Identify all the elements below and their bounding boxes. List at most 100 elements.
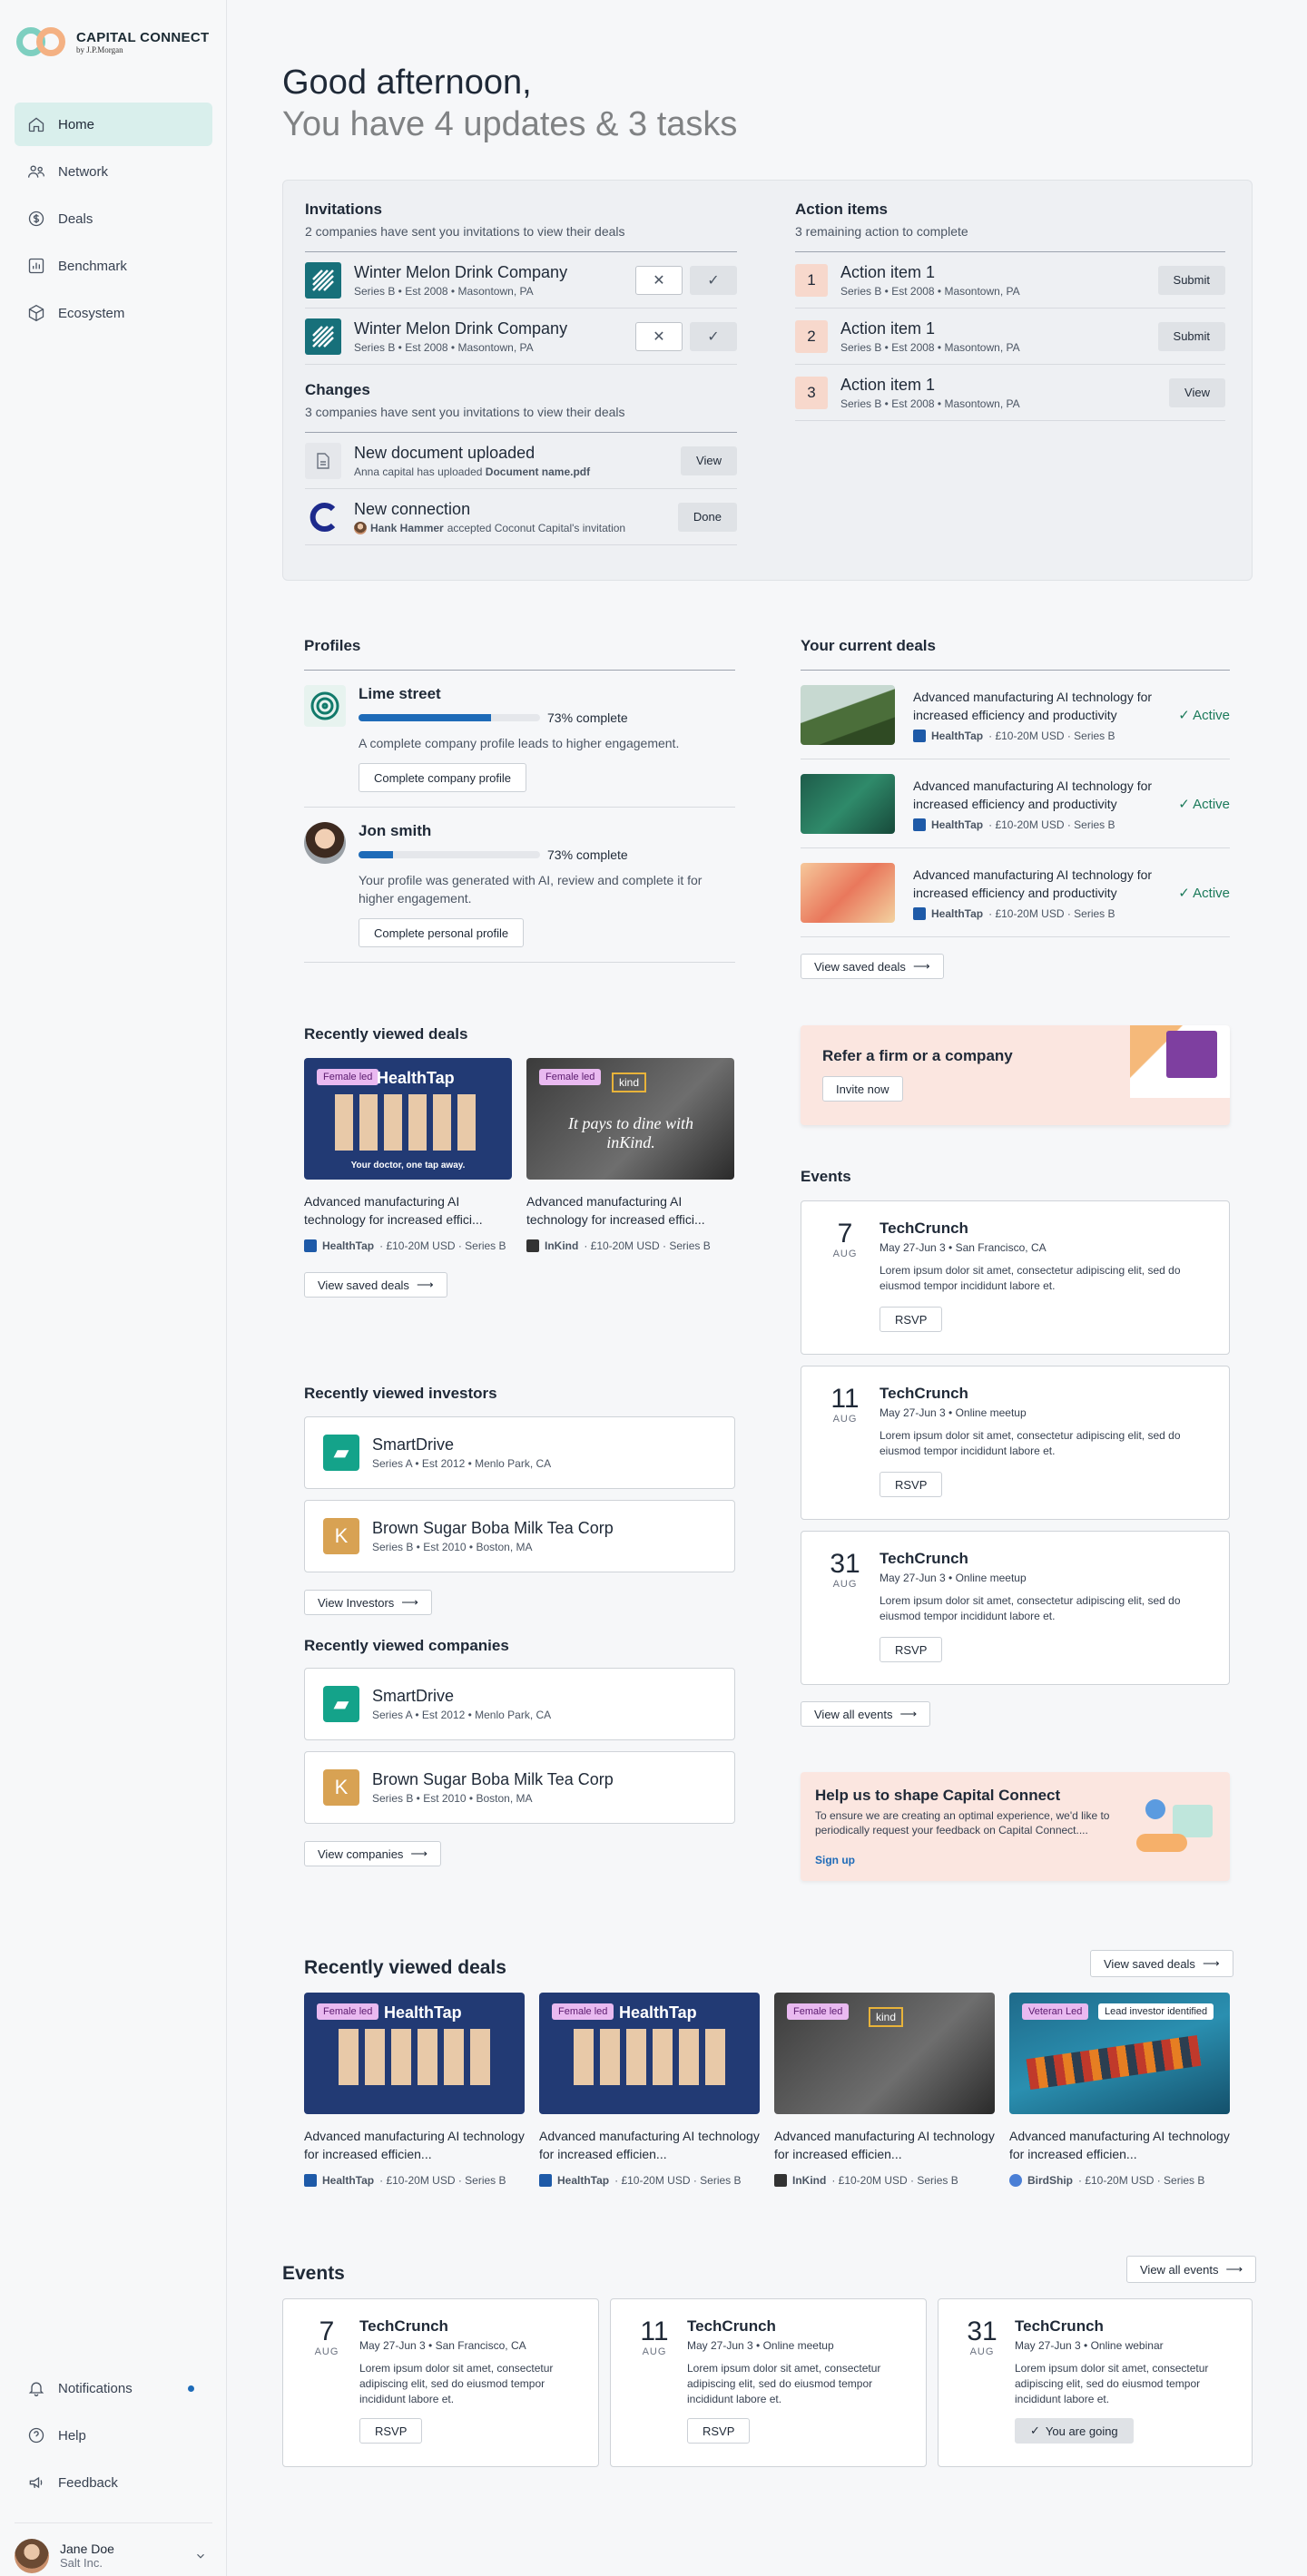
action-row: 3 Action item 1 Series B • Est 2008 • Mas… — [795, 365, 1225, 421]
complete-company-profile-button[interactable]: Complete company profile — [359, 763, 527, 792]
deal-row[interactable]: Advanced manufacturing AI technology for… — [801, 759, 1230, 848]
smartdrive-logo-icon: ▰ — [323, 1435, 359, 1471]
event-meta: May 27-Jun 3 • Online meetup — [880, 1572, 1027, 1584]
female-led-badge: Female led — [317, 2003, 379, 2020]
deal-description: Advanced manufacturing AI technology for… — [1009, 2129, 1230, 2161]
decline-button[interactable]: ✕ — [635, 321, 683, 351]
deal-meta: · £10-20M USD · Series B — [379, 1239, 506, 1252]
deal-description: Advanced manufacturing AI technology for… — [304, 1194, 483, 1227]
nav-item-network[interactable]: Network — [15, 150, 212, 193]
event-day: 7 — [319, 2316, 335, 2346]
event-month: AUG — [832, 1579, 858, 1590]
rsvp-button[interactable]: RSVP — [880, 1307, 943, 1332]
view-saved-deals-button[interactable]: View saved deals ⟶ — [1090, 1950, 1233, 1977]
profile-progress — [359, 714, 540, 721]
nav-item-deals[interactable]: Deals — [15, 197, 212, 240]
logo-icon — [16, 25, 69, 58]
chart-icon — [28, 258, 44, 274]
deal-image — [801, 862, 895, 923]
submit-button[interactable]: Submit — [1157, 265, 1225, 295]
sign-up-link[interactable]: Sign up — [815, 1854, 855, 1866]
deal-meta: · £10-20M USD · Series B — [831, 2174, 958, 2187]
view-button[interactable]: View — [1169, 377, 1225, 407]
view-all-events-button[interactable]: View all events ⟶ — [801, 1701, 931, 1727]
nav-item-notifications[interactable]: Notifications — [15, 2366, 212, 2410]
nav-item-ecosystem[interactable]: Ecosystem — [15, 291, 212, 335]
submit-button[interactable]: Submit — [1157, 321, 1225, 351]
deal-row[interactable]: Advanced manufacturing AI technology for… — [801, 671, 1230, 759]
healthtap-wordmark: HealthTap — [384, 2003, 462, 2022]
event-day: 11 — [640, 2316, 669, 2346]
healthtap-logo-icon — [539, 2174, 552, 2187]
accept-button[interactable]: ✓ — [690, 265, 737, 295]
event-card[interactable]: 31 AUG TechCrunch May 27-Jun 3 • Online m… — [801, 1531, 1230, 1685]
action-meta: Series B • Est 2008 • Masontown, PA — [840, 340, 1020, 354]
company-card[interactable]: ▰ SmartDrive Series A • Est 2012 • Menlo … — [304, 1668, 735, 1740]
nav-item-benchmark[interactable]: Benchmark — [15, 244, 212, 288]
done-button[interactable]: Done — [677, 502, 737, 532]
view-saved-deals-button[interactable]: View saved deals ⟶ — [304, 1272, 447, 1298]
rsvp-button[interactable]: RSVP — [880, 1472, 943, 1497]
event-card[interactable]: 11 AUG TechCrunch May 27-Jun 3 • Online m… — [610, 2298, 927, 2467]
inkind-wordmark: kind — [869, 2007, 904, 2027]
deal-card[interactable]: Female led HealthTap Your doctor, one ta… — [304, 1058, 512, 1252]
you-are-going-button[interactable]: ✓ You are going — [1015, 2418, 1134, 2444]
view-investors-button[interactable]: View Investors ⟶ — [304, 1590, 432, 1615]
cargo-ship-illustration — [1026, 2034, 1202, 2091]
doctors-collage — [574, 2029, 728, 2085]
invitations-section: Invitations 2 companies have sent you in… — [305, 201, 737, 545]
avatar — [15, 2538, 49, 2573]
action-number: 1 — [795, 263, 828, 297]
rsvp-button[interactable]: RSVP — [880, 1637, 943, 1662]
event-card[interactable]: 31 AUG TechCrunch May 27-Jun 3 • Online w… — [938, 2298, 1253, 2467]
company-card[interactable]: K Brown Sugar Boba Milk Tea Corp Series B… — [304, 1751, 735, 1824]
section-subtitle: 3 remaining action to complete — [795, 224, 968, 239]
profile-description: Your profile was generated with AI, revi… — [359, 873, 703, 906]
lead-investor-badge: Lead investor identified — [1098, 2003, 1214, 2020]
event-month: AUG — [969, 2346, 995, 2357]
change-row: New connection Hank Hammer accepted Coco… — [305, 489, 737, 545]
close-icon: ✕ — [653, 272, 665, 289]
arrow-right-icon: ⟶ — [899, 1707, 918, 1720]
deal-card[interactable]: Female led kind It pays to dine with inK… — [526, 1058, 734, 1252]
accept-button[interactable]: ✓ — [690, 321, 737, 351]
nav-item-feedback[interactable]: Feedback — [15, 2461, 212, 2504]
deal-card[interactable]: Female led HealthTap Advanced manufactur… — [539, 1993, 760, 2187]
smartdrive-logo-icon: ▰ — [323, 1686, 359, 1722]
deal-image — [801, 684, 895, 745]
brand-logo[interactable]: CAPITAL CONNECT by J.P.Morgan — [16, 25, 209, 58]
deal-meta: · £10-20M USD · Series B — [988, 906, 1115, 920]
view-all-events-button[interactable]: View all events ⟶ — [1126, 2256, 1257, 2283]
notification-dot — [188, 2385, 194, 2392]
nav-item-help[interactable]: Help — [15, 2414, 212, 2457]
deal-description: Advanced manufacturing AI technology for… — [526, 1194, 705, 1227]
profile-name: Lime street — [359, 685, 441, 702]
deal-row[interactable]: Advanced manufacturing AI technology for… — [801, 848, 1230, 937]
event-card[interactable]: 7 AUG TechCrunch May 27-Jun 3 • San Franc… — [282, 2298, 599, 2467]
event-title: TechCrunch — [687, 2317, 776, 2335]
event-card[interactable]: 7 AUG TechCrunch May 27-Jun 3 • San Franc… — [801, 1200, 1230, 1355]
invitation-row: Winter Melon Drink Company Series B • Es… — [305, 309, 737, 365]
event-card[interactable]: 11 AUG TechCrunch May 27-Jun 3 • Online m… — [801, 1366, 1230, 1520]
section-title: Action items — [795, 201, 889, 218]
help-icon — [28, 2427, 44, 2444]
view-button[interactable]: View — [681, 446, 737, 475]
arrow-right-icon: ⟶ — [401, 1595, 418, 1609]
refer-title: Refer a firm or a company — [822, 1047, 1013, 1064]
view-companies-button[interactable]: View companies ⟶ — [304, 1841, 442, 1866]
deal-card[interactable]: Female led HealthTap Advanced manufactur… — [304, 1993, 525, 2187]
rsvp-button[interactable]: RSVP — [687, 2418, 751, 2444]
updates-panel: Invitations 2 companies have sent you in… — [282, 180, 1253, 581]
deal-card[interactable]: Female led kind Advanced manufacturing A… — [774, 1993, 995, 2187]
complete-personal-profile-button[interactable]: Complete personal profile — [359, 918, 525, 947]
nav-item-home[interactable]: Home — [15, 103, 212, 146]
investor-card[interactable]: K Brown Sugar Boba Milk Tea Corp Series B… — [304, 1500, 735, 1572]
view-saved-deals-button[interactable]: View saved deals ⟶ — [801, 954, 944, 979]
investor-card[interactable]: ▰ SmartDrive Series A • Est 2012 • Menlo … — [304, 1416, 735, 1489]
rsvp-button[interactable]: RSVP — [359, 2418, 423, 2444]
deal-card[interactable]: Veteran Led Lead investor identified Adv… — [1009, 1993, 1230, 2187]
invite-now-button[interactable]: Invite now — [822, 1076, 903, 1102]
user-menu[interactable]: Jane Doe Salt Inc. — [15, 2522, 212, 2573]
decline-button[interactable]: ✕ — [635, 265, 683, 295]
arrow-right-icon: ⟶ — [410, 1846, 428, 1860]
